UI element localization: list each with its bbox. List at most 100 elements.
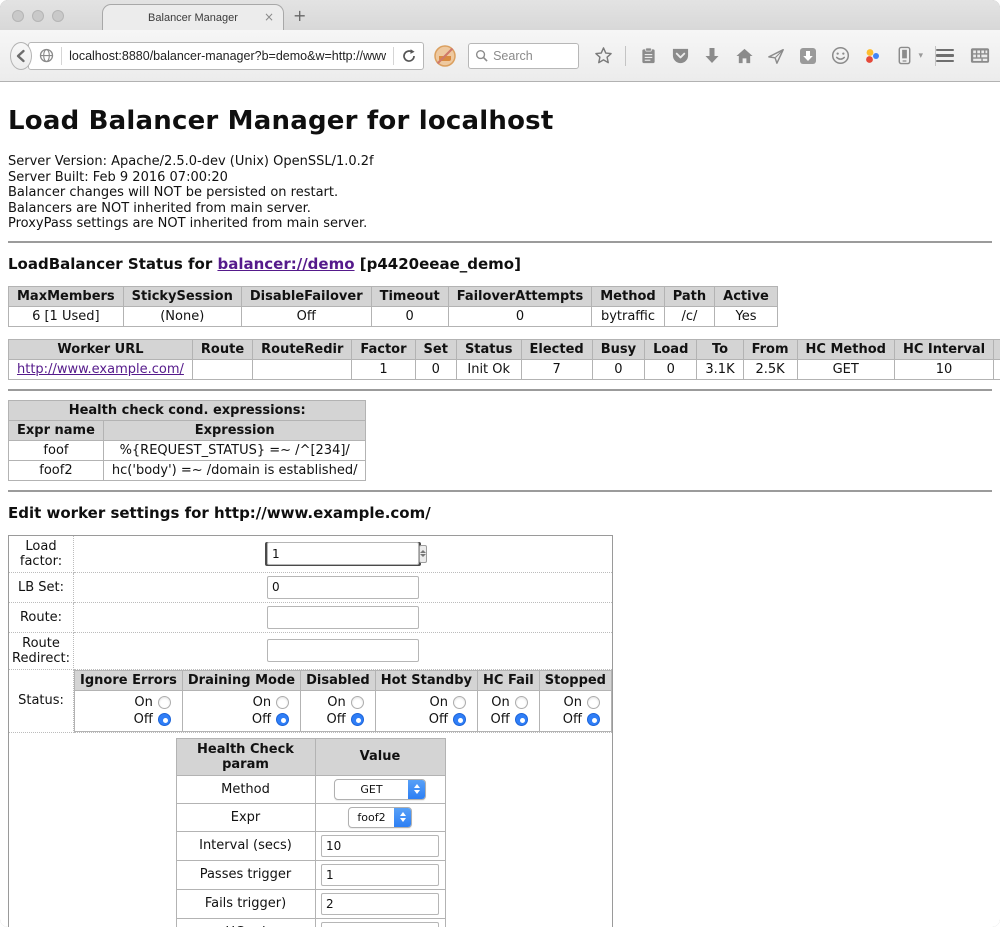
window-close-button[interactable]	[12, 10, 24, 22]
back-button[interactable]	[10, 42, 32, 70]
col-stickysession: StickySession	[123, 286, 241, 306]
route-redirect-input[interactable]	[267, 639, 419, 662]
bookmark-star-icon[interactable]	[593, 46, 613, 66]
form-row-lb-set: LB Set:	[9, 572, 613, 602]
col-ignore-errors: Ignore Errors	[75, 670, 183, 690]
edit-worker-form: Load factor: LB Set: Route: Route Redire…	[8, 535, 613, 927]
clipboard-icon[interactable]	[638, 46, 658, 66]
hc-fails-input[interactable]	[321, 893, 439, 915]
blocked-icon[interactable]	[434, 45, 456, 67]
load-factor-label: Load factor:	[9, 535, 74, 572]
off-label: Off	[134, 712, 153, 727]
worker-url-link[interactable]: http://www.example.com/	[17, 362, 184, 377]
window-zoom-button[interactable]	[52, 10, 64, 22]
col-expr-name: Expr name	[9, 420, 104, 440]
col-disabled: Disabled	[301, 670, 376, 690]
toolbar-divider	[625, 46, 626, 66]
health-check-table: Health Check param Value Method GET	[176, 738, 446, 927]
off-label: Off	[491, 712, 510, 727]
radio-ignore-errors-off[interactable]	[158, 713, 171, 726]
url-bar[interactable]: localhost:8880/balancer-manager?b=demo&w…	[28, 42, 424, 70]
lb-set-label: LB Set:	[9, 572, 74, 602]
balancer-demo-link[interactable]: balancer://demo	[217, 255, 354, 273]
tab-balancer-manager[interactable]: Balancer Manager ×	[102, 4, 284, 30]
radio-hot-standby-off[interactable]	[453, 713, 466, 726]
tab-bar: Balancer Manager × +	[0, 0, 1000, 30]
radio-stopped-on[interactable]	[587, 696, 600, 709]
status-cell-disabled: On Off	[301, 690, 376, 731]
cell-route	[192, 359, 252, 379]
url-divider	[393, 47, 394, 65]
cell-to: 3.1K	[697, 359, 743, 379]
col-from: From	[743, 339, 797, 359]
hc-interval-input[interactable]	[321, 835, 439, 857]
cell-from: 2.5K	[743, 359, 797, 379]
hc-method-select[interactable]: GET	[334, 779, 426, 800]
number-spinner-icon[interactable]	[419, 545, 427, 563]
cell-method: bytraffic	[592, 306, 664, 326]
grid-icon[interactable]	[970, 46, 990, 66]
on-label: On	[564, 695, 582, 710]
navigation-toolbar: localhost:8880/balancer-manager?b=demo&w…	[0, 30, 1000, 82]
send-plane-icon[interactable]	[766, 46, 786, 66]
back-icon	[14, 49, 28, 63]
toolbar-right	[936, 46, 990, 66]
radio-disabled-on[interactable]	[351, 696, 364, 709]
radio-ignore-errors-on[interactable]	[158, 696, 171, 709]
radio-stopped-off[interactable]	[587, 713, 600, 726]
col-busy: Busy	[592, 339, 644, 359]
cell-expr-name: foof	[9, 440, 104, 460]
lb-set-input[interactable]	[267, 576, 419, 599]
col-hc-param: Health Check param	[176, 738, 315, 775]
col-load: Load	[645, 339, 697, 359]
col-hc-fail: HC Fail	[478, 670, 540, 690]
col-elected: Elected	[521, 339, 592, 359]
radio-draining-mode-on[interactable]	[276, 696, 289, 709]
radio-hot-standby-on[interactable]	[453, 696, 466, 709]
device-icon[interactable]	[894, 46, 914, 66]
hc-passes-input[interactable]	[321, 864, 439, 886]
download-arrow-icon[interactable]	[702, 46, 722, 66]
form-row-status: Status: Ignore Errors Draining Mode Disa…	[9, 669, 613, 732]
col-status: Status	[456, 339, 521, 359]
color-dots-icon[interactable]	[862, 46, 882, 66]
cell-status: Init Ok	[456, 359, 521, 379]
expressions-table-title: Health check cond. expressions:	[9, 400, 366, 420]
col-method: Method	[592, 286, 664, 306]
window-minimize-button[interactable]	[32, 10, 44, 22]
hc-uri-input[interactable]	[321, 922, 439, 927]
divider	[8, 389, 992, 391]
radio-hc-fail-on[interactable]	[515, 696, 528, 709]
home-icon[interactable]	[734, 46, 754, 66]
new-tab-button[interactable]: +	[293, 6, 306, 25]
cell-stickysession: (None)	[123, 306, 241, 326]
load-factor-input[interactable]	[265, 542, 421, 566]
load-factor-field[interactable]	[267, 542, 419, 565]
col-hc-value: Value	[315, 738, 445, 775]
route-input[interactable]	[267, 606, 419, 629]
route-redirect-label: Route Redirect:	[9, 632, 74, 669]
radio-draining-mode-off[interactable]	[276, 713, 289, 726]
on-label: On	[253, 695, 271, 710]
select-arrows-icon	[408, 779, 425, 800]
radio-disabled-off[interactable]	[351, 713, 364, 726]
col-stopped: Stopped	[539, 670, 611, 690]
cell-hc-interval: 10	[894, 359, 993, 379]
hc-expr-value: foof2	[349, 811, 394, 824]
url-text[interactable]: localhost:8880/balancer-manager?b=demo&w…	[69, 49, 386, 63]
pocket-icon[interactable]	[670, 46, 690, 66]
url-divider	[61, 47, 62, 65]
hc-expr-select[interactable]: foof2	[348, 807, 412, 828]
on-label: On	[327, 695, 345, 710]
hc-fails-label: Fails trigger)	[176, 889, 315, 918]
download-square-icon[interactable]	[798, 46, 818, 66]
smiley-icon[interactable]	[830, 46, 850, 66]
status-cell-draining-mode: On Off	[182, 690, 300, 731]
tab-close-icon[interactable]: ×	[264, 10, 274, 24]
radio-hc-fail-off[interactable]	[515, 713, 528, 726]
reload-icon[interactable]	[401, 48, 417, 64]
search-input[interactable]: Search	[468, 43, 579, 69]
col-path: Path	[664, 286, 714, 306]
dropdown-caret-icon[interactable]: ▾	[918, 51, 923, 61]
menu-hamburger-icon[interactable]	[936, 49, 954, 63]
